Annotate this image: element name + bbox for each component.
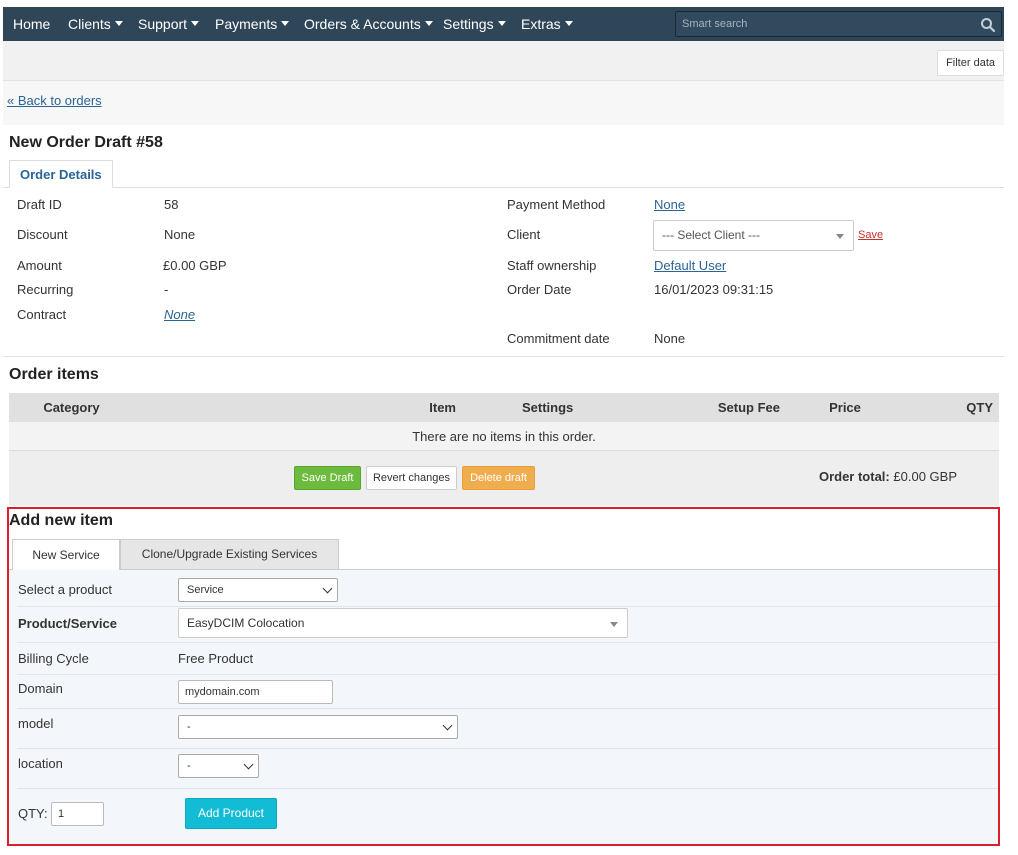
order-total: Order total: £0.00 GBP [819, 469, 957, 484]
column-header-price: Price [786, 393, 904, 422]
nav-payments[interactable]: Payments [215, 7, 290, 41]
payment-method-label: Payment Method [507, 197, 606, 212]
client-label: Client [507, 227, 541, 242]
caret-down-icon [564, 20, 573, 26]
recurring-label: Recurring [17, 282, 74, 297]
client-select[interactable]: --- Select Client --- [653, 220, 854, 251]
order-items-table: Category Item Settings Setup Fee Price Q… [9, 393, 999, 450]
nav-orders-accounts[interactable]: Orders & Accounts [304, 7, 433, 41]
table-header-row: Category Item Settings Setup Fee Price Q… [9, 393, 999, 422]
page-edge [1004, 41, 1018, 855]
order-items-title: Order items [9, 366, 99, 383]
discount-label: Discount [17, 227, 68, 242]
order-footer: Save Draft Revert changes Delete draft O… [9, 450, 999, 506]
nav-settings-label: Settings [443, 16, 494, 32]
nav-payments-label: Payments [215, 16, 278, 32]
contract-label: Contract [17, 307, 67, 322]
caret-down-icon [191, 20, 200, 26]
nav-extras[interactable]: Extras [521, 7, 573, 41]
nav-home-label: Home [13, 16, 51, 32]
search-icon[interactable] [980, 17, 996, 33]
caret-down-icon [424, 20, 433, 26]
table-row: There are no items in this order. [9, 422, 999, 450]
caret-down-icon [497, 20, 506, 26]
delete-draft-button[interactable]: Delete draft [462, 466, 535, 490]
revert-changes-button[interactable]: Revert changes [366, 466, 457, 490]
order-total-value: £0.00 GBP [893, 469, 957, 484]
tab-order-details[interactable]: Order Details [9, 160, 113, 188]
order-date-label: Order Date [507, 282, 572, 297]
save-draft-button[interactable]: Save Draft [294, 466, 361, 490]
order-date-value: 16/01/2023 09:31:15 [654, 282, 774, 297]
nav-clients[interactable]: Clients [68, 7, 123, 41]
triangle-down-icon [836, 234, 844, 239]
nav-extras-label: Extras [521, 16, 561, 32]
back-row: « Back to orders [3, 81, 1004, 125]
column-header-qty: QTY [904, 393, 999, 422]
caret-down-icon [114, 20, 123, 26]
client-save-link[interactable]: Save [858, 229, 883, 241]
caret-down-icon [281, 20, 290, 26]
payment-method-link[interactable]: None [654, 197, 685, 212]
nav-support-label: Support [138, 16, 188, 32]
nav-settings[interactable]: Settings [443, 7, 506, 41]
discount-value: None [164, 227, 196, 242]
highlight-frame [7, 507, 1000, 846]
details-tabbar: Order Details [3, 160, 1004, 188]
nav-support[interactable]: Support [138, 7, 200, 41]
client-select-value: --- Select Client --- [662, 228, 761, 242]
amount-value: £0.00 GBP [163, 258, 227, 273]
toolbar: Filter data [3, 41, 1004, 81]
order-total-label: Order total: [818, 469, 890, 484]
column-header-category: Category [9, 393, 134, 422]
draft-id-value: 58 [164, 197, 179, 212]
empty-order-message: There are no items in this order. [9, 422, 999, 450]
nav-home[interactable]: Home [13, 7, 50, 41]
staff-ownership-link[interactable]: Default User [654, 258, 726, 273]
staff-ownership-label: Staff ownership [507, 258, 597, 273]
back-to-orders-link[interactable]: « Back to orders [7, 93, 102, 108]
page-title: New Order Draft #58 [9, 134, 163, 151]
recurring-value: - [164, 282, 169, 297]
filter-data-button[interactable]: Filter data [937, 50, 1004, 76]
nav-clients-label: Clients [68, 16, 111, 32]
nav-orders-accounts-label: Orders & Accounts [304, 16, 421, 32]
column-header-item: Item [134, 393, 516, 422]
commitment-date-value: None [654, 331, 686, 346]
amount-label: Amount [17, 258, 62, 273]
smart-search-input[interactable] [676, 12, 976, 36]
smart-search [675, 11, 1002, 37]
column-header-setup-fee: Setup Fee [634, 393, 786, 422]
section-divider [3, 356, 1004, 357]
contract-link[interactable]: None [164, 307, 195, 322]
draft-id-label: Draft ID [17, 197, 62, 212]
commitment-date-label: Commitment date [507, 331, 610, 346]
top-navbar: Home Clients Support Payments Orders & A… [3, 7, 1004, 41]
column-header-settings: Settings [516, 393, 634, 422]
